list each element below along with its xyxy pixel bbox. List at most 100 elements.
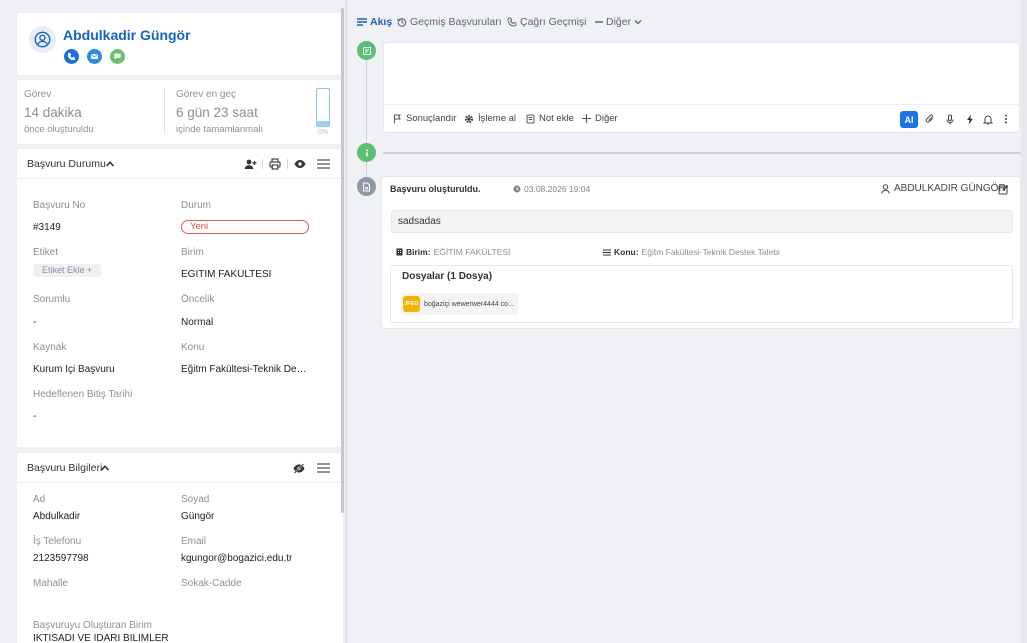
tab-akis[interactable]: Akış — [357, 16, 392, 28]
tab-cagri-label: Çağrı Geçmişi — [520, 16, 587, 28]
progress-gauge — [316, 88, 330, 127]
more-vertical-icon[interactable] — [998, 111, 1014, 127]
field-label-telefon: İş Telefonu — [33, 536, 82, 547]
user-icon — [881, 183, 890, 194]
sonuclandir-button[interactable]: Sonuçlandır — [393, 113, 457, 124]
gear-icon — [464, 114, 474, 123]
entry-birim: Birim: EĞİTİM FAKÜLTESİ — [396, 247, 510, 257]
status-badge[interactable]: Yeni — [181, 220, 309, 234]
entry-birim-value: EĞİTİM FAKÜLTESİ — [433, 247, 511, 257]
flag-icon — [394, 114, 401, 123]
field-label-basvuru-no: Başvuru No — [33, 200, 86, 211]
add-user-icon[interactable] — [243, 157, 257, 171]
task-created-value: 14 dakika — [24, 105, 82, 120]
field-label-soyad: Soyad — [181, 494, 210, 505]
chevron-up-icon[interactable] — [105, 159, 115, 169]
edit-icon[interactable] — [998, 184, 1009, 195]
note-timeline-icon — [357, 41, 376, 60]
chat-icon — [114, 53, 121, 60]
sonuclandir-label: Sonuçlandır — [406, 113, 457, 124]
field-label-kaynak: Kaynak — [33, 342, 67, 353]
menu-icon[interactable] — [315, 461, 331, 475]
eye-icon[interactable] — [293, 157, 307, 171]
editor-toolbar-separator — [384, 104, 1019, 105]
file-name: boğaziçi wewerwer4444 co... — [424, 300, 514, 308]
add-tag-button[interactable]: Etiket Ekle + — [33, 264, 102, 277]
call-button[interactable] — [64, 49, 79, 64]
field-label-olusturan-birim: Başvuruyu Oluşturan Birim — [33, 620, 152, 631]
note-icon — [526, 114, 535, 123]
isleme-al-label: İşleme al — [478, 113, 517, 124]
field-value-email: kgungor@bogazici.edu.tr — [181, 553, 293, 564]
list-icon — [603, 249, 611, 255]
chevron-up-icon[interactable] — [100, 463, 110, 473]
tab-diger-label: Diğer — [606, 16, 632, 28]
note-editor[interactable]: Sonuçlandır İşleme al Not ekle Diğer AI — [383, 42, 1020, 133]
file-attachment[interactable]: JPEG boğaziçi wewerwer4444 co... — [401, 293, 518, 315]
eye-off-icon[interactable] — [292, 461, 306, 475]
progress-label: 0% — [317, 129, 329, 136]
field-label-sorumlu: Sorumlu — [33, 294, 71, 305]
info-section-header: Başvuru Bilgileri — [17, 453, 343, 483]
stats-divider — [164, 88, 165, 134]
menu-icon[interactable] — [315, 157, 331, 171]
field-value-ad: Abdulkadir — [33, 511, 81, 522]
entry-message: sadsadas — [391, 210, 1013, 233]
info-timeline-icon — [357, 143, 376, 162]
deadline-label: Görev en geç — [176, 89, 237, 100]
document-timeline-icon — [357, 177, 376, 196]
field-value-oncelik: Normal — [181, 317, 214, 328]
tab-akis-label: Akış — [370, 16, 393, 28]
timeline-separator — [383, 152, 1027, 154]
field-label-durum: Durum — [181, 200, 212, 211]
tab-diger[interactable]: Diğer — [595, 16, 642, 28]
field-value-basvuru-no: #3149 — [33, 222, 61, 233]
chat-button[interactable] — [110, 49, 125, 64]
entry-user: ABDULKADIR GÜNGÖR — [881, 183, 1006, 194]
lightning-icon[interactable] — [962, 111, 978, 127]
field-value-olusturan-birim: İKTİSADİ VE İDARİ BİLİMLER — [33, 633, 169, 643]
editor-diger-button[interactable]: Diğer — [582, 113, 618, 124]
tab-cagri-gecmisi[interactable]: Çağrı Geçmişi — [507, 16, 587, 28]
profile-card: Abdulkadir Güngör — [17, 13, 343, 75]
user-avatar-icon — [29, 26, 56, 53]
field-label-bitis: Hedeflenen Bitiş Tarihi — [33, 389, 133, 400]
task-label: Görev — [24, 89, 52, 100]
field-label-oncelik: Öncelik — [181, 294, 215, 305]
timeline-line — [366, 58, 367, 184]
field-value-telefon: 2123597798 — [33, 553, 89, 564]
entry-konu-label: Konu: — [614, 247, 639, 257]
isleme-al-button[interactable]: İşleme al — [464, 113, 516, 124]
field-value-soyad: Güngör — [181, 511, 215, 522]
email-button[interactable] — [87, 49, 102, 64]
clock-icon — [513, 185, 521, 193]
entry-konu: Konu: Eğitm Fakültesi-Teknik Destek Tale… — [603, 247, 780, 257]
building-icon — [396, 248, 403, 256]
entry-title: Başvuru oluşturuldu. — [390, 184, 481, 194]
more-icon — [595, 21, 603, 23]
left-panel-scrollbar[interactable] — [341, 8, 344, 513]
field-value-konu: Eğitm Fakültesi-Teknik Destek Talebi — [181, 364, 309, 375]
deadline-value: 6 gün 23 saat — [176, 105, 258, 120]
microphone-icon[interactable] — [942, 111, 958, 127]
field-value-birim: EĞİTİM FAKÜLTESİ — [181, 269, 272, 280]
ai-button[interactable]: AI — [900, 111, 918, 128]
not-ekle-button[interactable]: Not ekle — [526, 113, 574, 124]
attachment-icon[interactable] — [922, 111, 938, 127]
mail-icon — [90, 53, 99, 60]
panel-divider — [346, 0, 347, 643]
jpeg-file-icon: JPEG — [403, 296, 420, 312]
history-icon — [397, 18, 407, 27]
phone-icon — [67, 52, 76, 61]
tab-gecmis-basvurular[interactable]: Geçmiş Başvuruları — [397, 16, 502, 28]
header-separator — [262, 159, 263, 169]
list-icon — [357, 18, 367, 26]
field-label-birim: Birim — [181, 247, 204, 258]
bell-icon[interactable] — [980, 111, 996, 127]
files-box: Dosyalar (1 Dosya) JPEG boğaziçi wewerwe… — [390, 265, 1013, 323]
entry-birim-label: Birim: — [406, 247, 431, 257]
progress-gauge-fill — [317, 121, 329, 126]
profile-name: Abdulkadir Güngör — [63, 27, 191, 43]
field-label-etiket: Etiket — [33, 247, 59, 258]
print-icon[interactable] — [268, 157, 282, 171]
